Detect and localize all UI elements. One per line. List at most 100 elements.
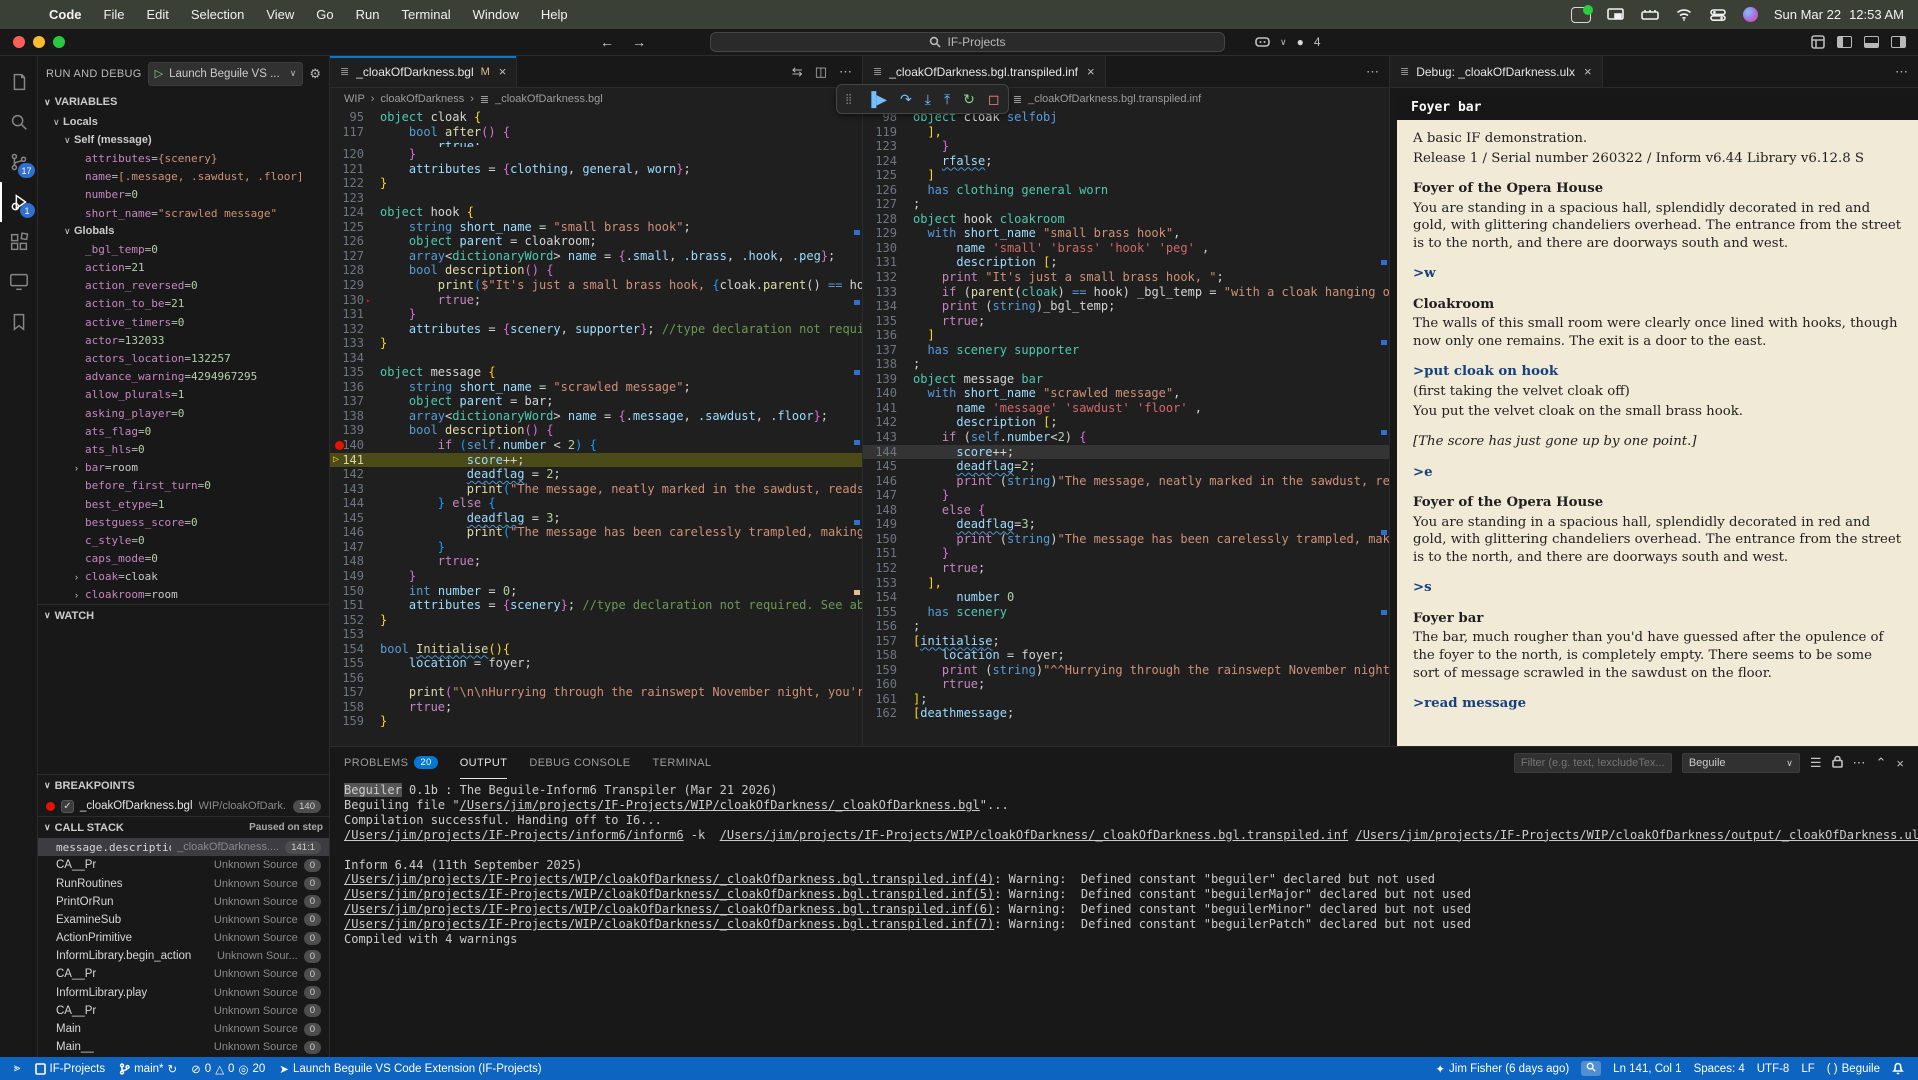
line-number-gutter[interactable]: 138	[863, 357, 913, 372]
code-line[interactable]: 95 object cloak {	[330, 110, 862, 125]
code-line[interactable]: 143 if (self. number <2) {	[863, 430, 1389, 445]
code-line[interactable]: 124 object hook {	[330, 205, 862, 220]
line-number-gutter[interactable]: 135	[330, 365, 380, 380]
breakpoint-dot-icon[interactable]	[335, 441, 344, 451]
code-line[interactable]: rtrue;	[330, 139, 862, 147]
variables-group-row[interactable]: ∨ Globals	[38, 222, 329, 240]
code-line[interactable]: 152}	[330, 613, 862, 628]
line-number-gutter[interactable]: 130 ▸	[330, 293, 380, 308]
code-line[interactable]: 133}	[330, 336, 862, 351]
code-line[interactable]: 125 ]	[863, 168, 1389, 183]
code-line[interactable]: 148 else {	[863, 503, 1389, 518]
code-line[interactable]: 155 location = foyer;	[330, 656, 862, 671]
code-line[interactable]: 147 }	[863, 488, 1389, 503]
chevron-icon[interactable]: ∨	[64, 226, 74, 237]
code-line[interactable]: 125 string short_name = "small brass hoo…	[330, 220, 862, 235]
code-line[interactable]: 149 }	[330, 569, 862, 584]
chevron-icon[interactable]: ›	[75, 463, 85, 473]
variable-row[interactable]: best_etype = 1	[38, 495, 329, 513]
maximize-panel-icon[interactable]: ⌃	[1876, 755, 1887, 771]
sidebar-item-extensions[interactable]	[0, 222, 38, 262]
toggle-panel-icon[interactable]	[1864, 36, 1879, 48]
line-number-gutter[interactable]: 128	[863, 212, 913, 227]
line-number-gutter[interactable]: 147	[330, 540, 380, 555]
indentation[interactable]: Spaces: 4	[1688, 1063, 1751, 1075]
variable-row[interactable]: short_name = "scrawled message"	[38, 204, 329, 222]
code-line[interactable]: 124 rfalse;	[863, 154, 1389, 169]
code-line[interactable]: 147 }	[330, 540, 862, 555]
call-stack-frame[interactable]: InformLibrary.play Unknown Source 0	[38, 984, 329, 1002]
close-window-button[interactable]	[13, 36, 25, 48]
code-line[interactable]: 128 bool description() {	[330, 263, 862, 278]
code-line[interactable]: 132 attributes = {scenery, supporter}; /…	[330, 322, 862, 337]
code-line[interactable]: 150 print (string) "The message has been …	[863, 532, 1389, 547]
line-number-gutter[interactable]: 156	[330, 671, 380, 686]
line-number-gutter[interactable]: 156	[863, 619, 913, 634]
line-number-gutter[interactable]: 157	[863, 634, 913, 649]
code-line[interactable]: 122}	[330, 176, 862, 191]
problems-summary[interactable]: ⊘ 0 △ 0 ◎ 20	[185, 1057, 271, 1080]
line-number-gutter[interactable]: 120	[330, 147, 380, 162]
line-number-gutter[interactable]: 154	[863, 590, 913, 605]
line-number-gutter[interactable]: 138	[330, 409, 380, 424]
variable-row[interactable]: asking_player = 0	[38, 404, 329, 422]
variable-row[interactable]: bestguess_score = 0	[38, 513, 329, 531]
close-icon[interactable]: ×	[499, 64, 507, 79]
code-line[interactable]: 137 object parent = bar;	[330, 394, 862, 409]
variables-group-row[interactable]: ∨ Locals	[38, 113, 329, 131]
tab-cloakofdarkness-bgl[interactable]: ≣ _cloakOfDarkness.bgl M ×	[330, 56, 518, 87]
split-editor-icon[interactable]: ◫	[815, 64, 827, 80]
sidebar-item-source-control[interactable]: 17	[0, 142, 38, 182]
code-line[interactable]: 158 location = foyer;	[863, 648, 1389, 663]
code-line[interactable]: 144 score ++;	[863, 444, 1389, 460]
more-actions-icon[interactable]: ⋯	[839, 64, 852, 80]
line-number-gutter[interactable]: 126	[863, 183, 913, 198]
line-number-gutter[interactable]: 132	[863, 270, 913, 285]
file-link[interactable]: /Users/jim/projects/IF-Projects/WIP/cloa…	[1355, 828, 1918, 842]
code-line[interactable]: 120 }	[330, 147, 862, 162]
code-line[interactable]: 134 print (string)_bgl_temp;	[863, 299, 1389, 314]
tab-transpiled-inf[interactable]: ≣ _cloakOfDarkness.bgl.transpiled.inf ×	[863, 56, 1106, 87]
line-number-gutter[interactable]: 123	[330, 191, 380, 206]
drag-handle[interactable]: ⣿	[845, 94, 853, 105]
code-line[interactable]: 123 }	[863, 139, 1389, 154]
sidebar-item-run-debug[interactable]: 1	[0, 182, 38, 222]
sidebar-item-bookmarks[interactable]	[0, 302, 38, 342]
code-line[interactable]: 159 print (string) "^^Hurrying through th…	[863, 663, 1389, 678]
code-line[interactable]: 157[initialise;	[863, 634, 1389, 649]
chevron-icon[interactable]: ∨	[53, 117, 63, 128]
code-line[interactable]: 150 int number = 0;	[330, 584, 862, 599]
close-panel-icon[interactable]: ×	[1896, 756, 1904, 771]
line-number-gutter[interactable]: 150	[330, 584, 380, 599]
nav-forward-icon[interactable]: →	[632, 34, 646, 50]
line-number-gutter[interactable]: 130	[863, 241, 913, 256]
menu-bar-clock[interactable]: Sun Mar 22 12:53 AM	[1774, 7, 1904, 22]
breakpoint-row[interactable]: ✓ _cloakOfDarkness.bgl WIP/cloakOfDark..…	[38, 796, 329, 816]
line-number-gutter[interactable]: 119	[863, 125, 913, 140]
sidebar-item-explorer[interactable]	[0, 62, 38, 102]
code-line[interactable]: 133 if (parent(cloak) == hook) _bgl_temp…	[863, 285, 1389, 300]
line-number-gutter[interactable]: 155	[863, 605, 913, 620]
eol[interactable]: LF	[1795, 1063, 1820, 1075]
line-number-gutter[interactable]: 137	[330, 394, 380, 409]
variable-row[interactable]: c_style = 0	[38, 531, 329, 549]
code-line[interactable]: 144 } else {	[330, 496, 862, 511]
line-number-gutter[interactable]: 154	[330, 642, 380, 657]
code-line[interactable]: 142 description [;	[863, 415, 1389, 430]
call-stack-frame[interactable]: Main Unknown Source 0	[38, 1020, 329, 1038]
call-stack-frame[interactable]: ActionPrimitive Unknown Source 0	[38, 929, 329, 947]
code-line[interactable]: 130 name 'small' 'brass' 'hook' 'peg' ,	[863, 241, 1389, 256]
line-number-gutter[interactable]: 131	[330, 307, 380, 322]
step-into-button[interactable]: ⤓	[925, 91, 931, 108]
breadcrumb[interactable]: WIP›cloakOfDarkness›≣_cloakOfDarkness.bg…	[330, 88, 862, 110]
file-link[interactable]: /Users/jim/projects/IF-Projects/WIP/cloa…	[344, 887, 994, 901]
code-line[interactable]: 129 with short_name "small brass hook",	[863, 226, 1389, 241]
line-number-gutter[interactable]: 155	[330, 656, 380, 671]
close-icon[interactable]: ×	[1584, 64, 1592, 79]
line-number-gutter[interactable]: 144	[863, 445, 913, 460]
line-number-gutter[interactable]: 134	[863, 299, 913, 314]
tab-output[interactable]: OUTPUT	[459, 747, 508, 779]
variable-row[interactable]: allow_plurals = 1	[38, 386, 329, 404]
restart-button[interactable]: ↻	[963, 91, 975, 108]
variable-row[interactable]: action_to_be = 21	[38, 295, 329, 313]
